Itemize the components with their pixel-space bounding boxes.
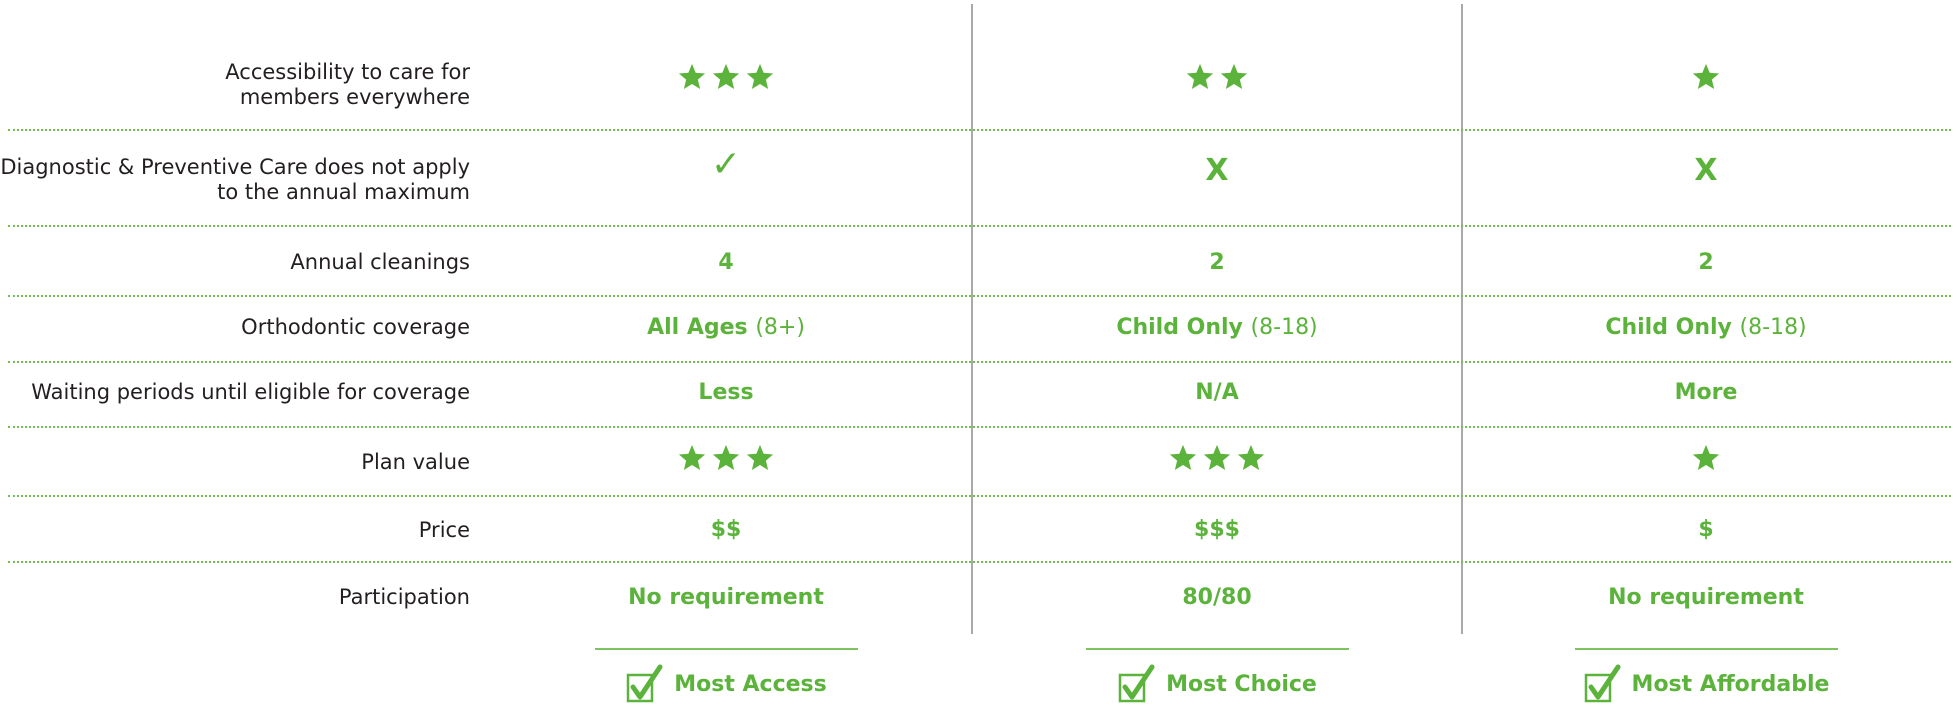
plan1-price: $$ xyxy=(710,517,742,542)
row-label: Plan value xyxy=(361,450,470,474)
row-divider xyxy=(8,561,1951,563)
star-icon xyxy=(746,444,774,470)
row-label: Participation xyxy=(338,585,470,609)
star-icon xyxy=(712,63,740,89)
coverage-value: Child Only xyxy=(1116,315,1243,340)
plan2-diagnostic: X xyxy=(1117,156,1317,187)
row-label-line: Diagnostic & Preventive Care does not ap… xyxy=(0,155,470,179)
row-label-line: members everywhere xyxy=(239,85,470,109)
plan3-diagnostic: X xyxy=(1606,156,1806,187)
plan3-plan-value-rating xyxy=(1606,443,1806,480)
coverage-value: Child Only xyxy=(1605,315,1732,340)
badge-rule xyxy=(1086,648,1349,650)
star-icon xyxy=(1220,63,1248,89)
star-icon xyxy=(1186,63,1214,89)
plan2-badge: Most Choice xyxy=(1086,646,1349,706)
star-icon xyxy=(1203,444,1231,470)
star-icon xyxy=(678,444,706,470)
plan3-accessibility-rating xyxy=(1606,62,1806,99)
star-icon xyxy=(712,444,740,470)
plan3-annual-cleanings: 2 xyxy=(1698,250,1714,275)
row-divider xyxy=(8,361,1951,363)
plan1-badge: Most Access xyxy=(595,646,858,706)
row-divider xyxy=(8,225,1951,227)
column-divider-1 xyxy=(971,4,973,634)
badge-rule xyxy=(595,648,858,650)
column-divider-2 xyxy=(1461,4,1463,634)
star-icon xyxy=(1692,63,1720,89)
star-rating xyxy=(677,62,775,92)
plan1-diagnostic: ✓ xyxy=(626,147,826,183)
checkbox-check-icon xyxy=(1584,664,1621,703)
plan3-badge: Most Affordable xyxy=(1575,646,1838,706)
star-rating xyxy=(1168,443,1266,473)
star-icon xyxy=(678,63,706,89)
coverage-value: All Ages xyxy=(647,315,748,340)
row-divider xyxy=(8,495,1951,497)
plan3-waiting-periods: More xyxy=(1674,380,1738,405)
row-label: Orthodontic coverage xyxy=(241,315,470,339)
row-label: Waiting periods until eligible for cover… xyxy=(31,380,470,404)
badge-label: Most Choice xyxy=(1166,671,1317,697)
row-label: Annual cleanings xyxy=(290,250,470,274)
row-label: Price xyxy=(418,518,470,542)
plan1-accessibility-rating xyxy=(626,62,826,99)
plan2-price: $$$ xyxy=(1194,517,1240,542)
plan3-orthodontic: Child Only (8-18) xyxy=(1556,315,1856,341)
plan1-waiting-periods: Less xyxy=(698,380,754,405)
plan-comparison-table: Accessibility to care for members everyw… xyxy=(0,0,1959,709)
star-rating xyxy=(1185,62,1249,92)
star-icon xyxy=(1237,444,1265,470)
x-icon: X xyxy=(1694,153,1718,188)
checkmark-icon: ✓ xyxy=(710,144,742,185)
row-label: Accessibility to care for members everyw… xyxy=(0,60,470,110)
badge-rule xyxy=(1575,648,1838,650)
star-rating xyxy=(1691,443,1721,473)
coverage-age-range: (8-18) xyxy=(1739,315,1807,340)
plan2-plan-value-rating xyxy=(1117,443,1317,480)
plan3-participation: No requirement xyxy=(1608,585,1804,610)
row-label-line: to the annual maximum xyxy=(217,180,470,204)
badge-label: Most Access xyxy=(674,671,827,697)
row-label-line: Accessibility to care for xyxy=(225,60,470,84)
plan1-orthodontic: All Ages (8+) xyxy=(576,315,876,341)
star-rating xyxy=(1691,62,1721,92)
checkbox-check-icon xyxy=(1118,664,1155,703)
star-icon xyxy=(1692,444,1720,470)
plan3-price: $ xyxy=(1698,517,1714,542)
plan2-waiting-periods: N/A xyxy=(1195,380,1239,405)
x-icon: X xyxy=(1205,153,1229,188)
checkbox-check-icon xyxy=(627,664,663,703)
star-rating xyxy=(677,443,775,473)
coverage-age-range: (8-18) xyxy=(1250,315,1318,340)
plan1-participation: No requirement xyxy=(628,585,824,610)
badge-label: Most Affordable xyxy=(1631,671,1830,697)
row-divider xyxy=(8,426,1951,428)
row-divider xyxy=(8,295,1951,297)
row-divider xyxy=(8,129,1951,131)
star-icon xyxy=(1169,444,1197,470)
plan2-accessibility-rating xyxy=(1117,62,1317,99)
plan2-annual-cleanings: 2 xyxy=(1209,250,1225,275)
plan1-annual-cleanings: 4 xyxy=(718,250,734,275)
plan2-orthodontic: Child Only (8-18) xyxy=(1067,315,1367,341)
plan2-participation: 80/80 xyxy=(1182,585,1252,610)
coverage-age-range: (8+) xyxy=(755,315,805,340)
plan1-plan-value-rating xyxy=(626,443,826,480)
star-icon xyxy=(746,63,774,89)
row-label: Diagnostic & Preventive Care does not ap… xyxy=(0,155,470,205)
